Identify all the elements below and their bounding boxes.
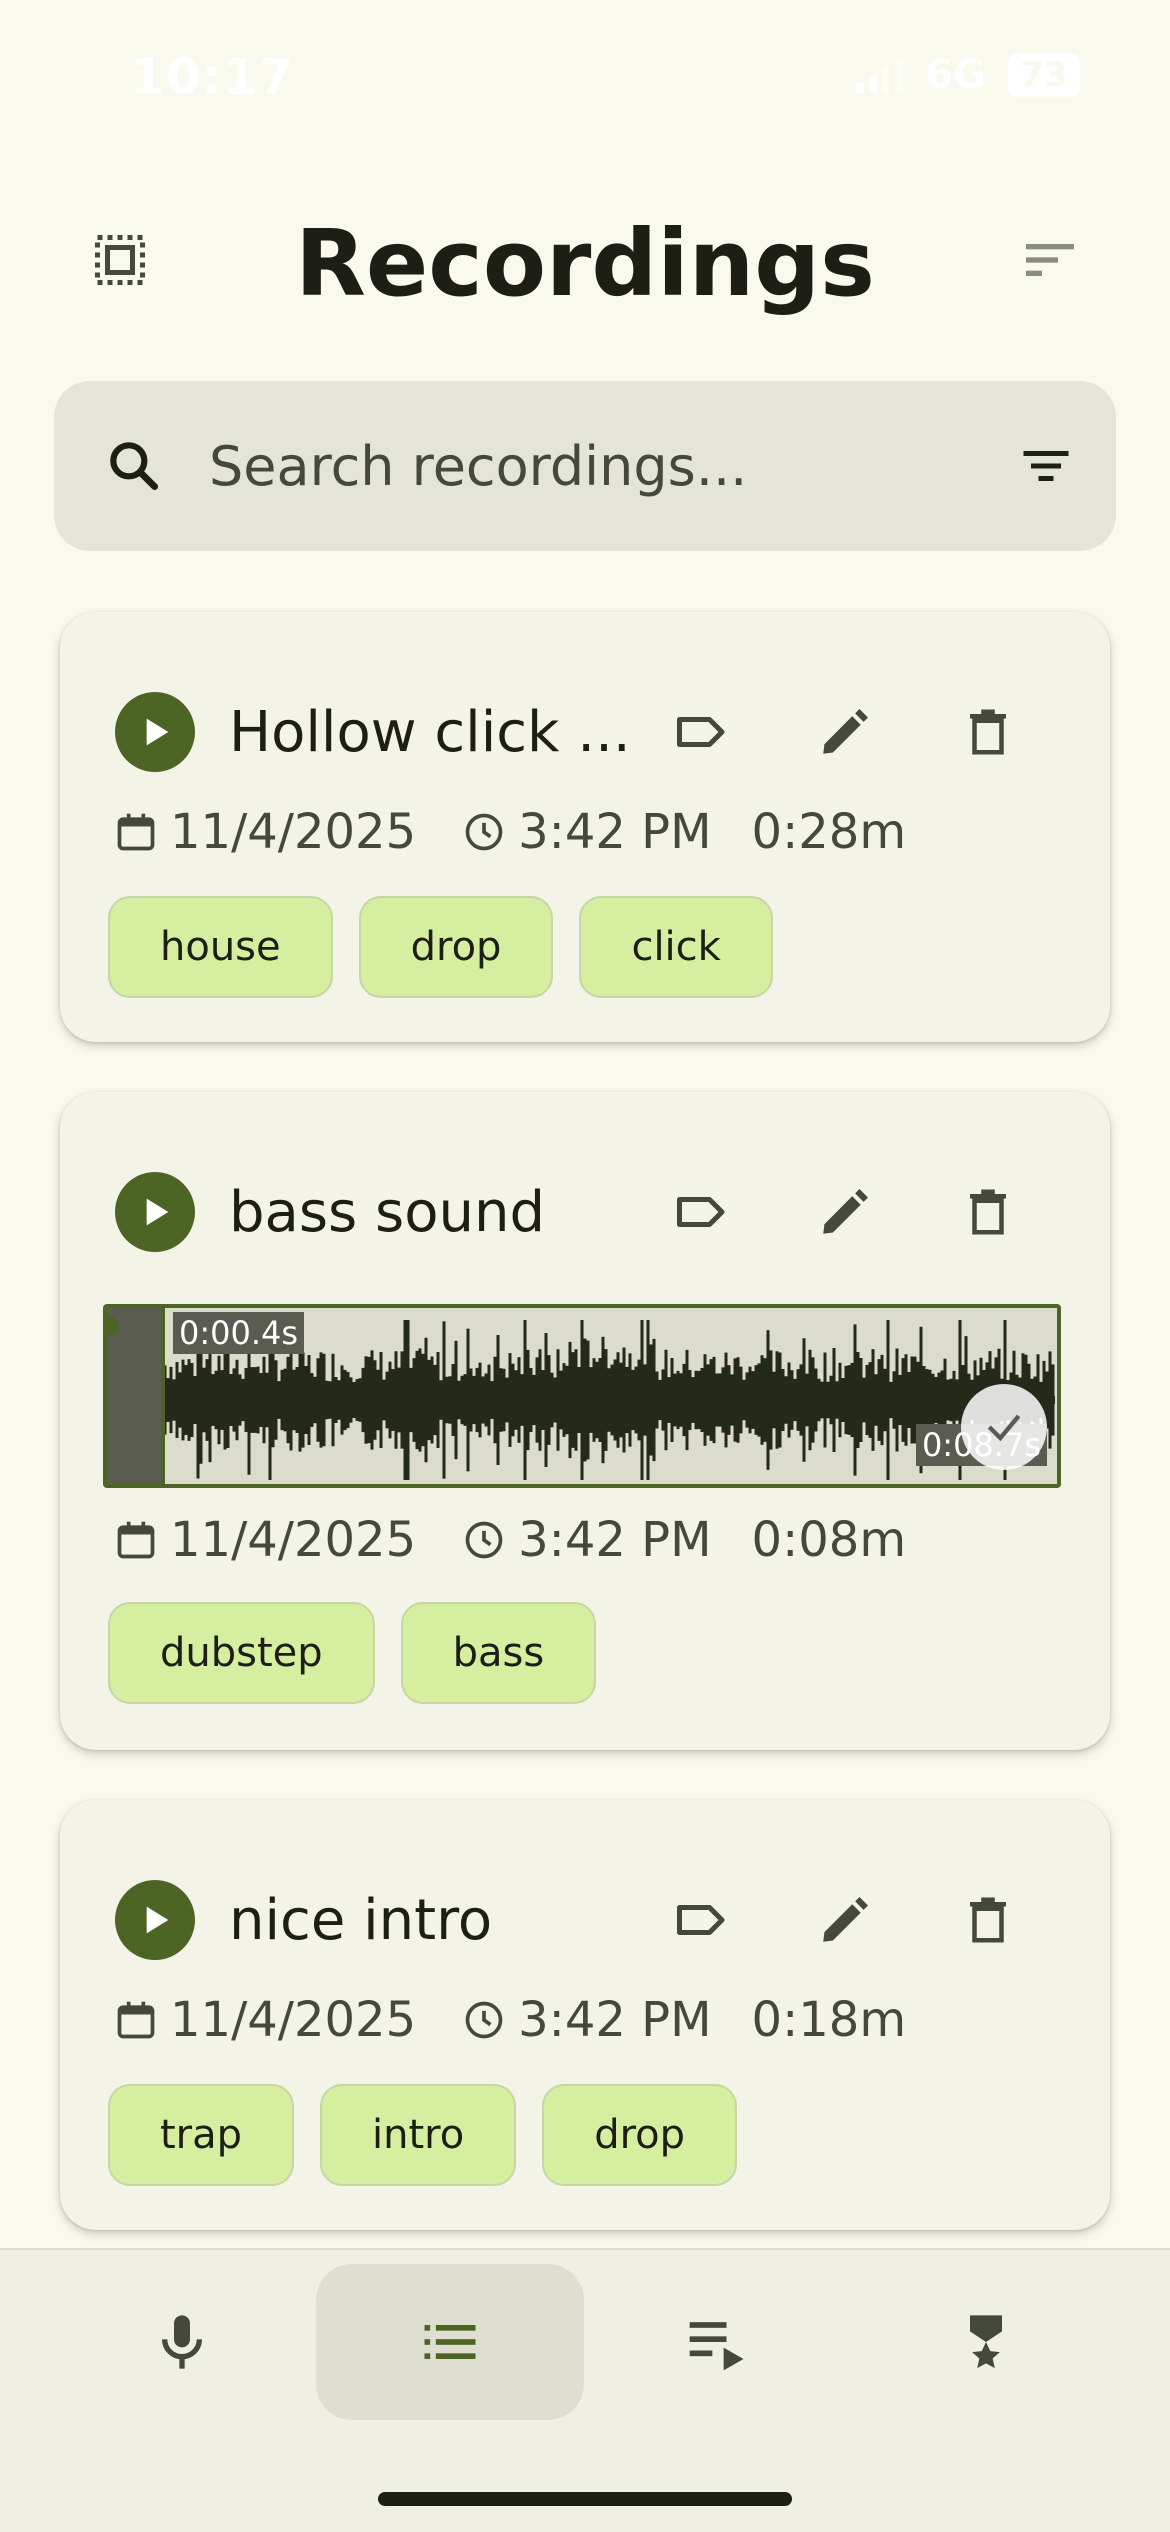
recording-duration: 0:28m	[751, 804, 907, 860]
tag-chip[interactable]: drop	[358, 896, 554, 998]
label-icon	[677, 1197, 725, 1227]
tag-list: dubstep bass	[108, 1602, 597, 1704]
play-button[interactable]	[115, 1880, 195, 1960]
pencil-icon	[823, 1189, 868, 1234]
trash-icon	[970, 1189, 1006, 1235]
tag-chip[interactable]: trap	[108, 2084, 295, 2186]
label-icon	[677, 717, 725, 747]
recording-card[interactable]: Hollow click ... 11/4/2025 3:42 PM 0:28m…	[60, 612, 1110, 1042]
tag-chip[interactable]: bass	[400, 1602, 597, 1704]
recording-date: 11/4/2025	[170, 1992, 417, 2048]
search-icon	[94, 426, 174, 506]
recording-duration: 0:18m	[751, 1992, 907, 2048]
recording-title: Hollow click ...	[229, 699, 631, 765]
play-icon	[146, 1906, 169, 1934]
recording-meta: 11/4/2025 3:42 PM 0:28m	[108, 804, 906, 860]
play-icon	[146, 1198, 169, 1226]
recording-time: 3:42 PM	[518, 1992, 712, 2048]
filter-button[interactable]	[1006, 426, 1086, 506]
status-indicators: 6G 73	[856, 52, 1080, 98]
clock-icon	[456, 804, 512, 860]
recording-title: nice intro	[229, 1887, 493, 1953]
filter-icon	[1023, 451, 1069, 481]
waveform-trimmer[interactable]: 0:00.4s 0:08.7s	[103, 1304, 1061, 1488]
trash-icon	[970, 709, 1006, 755]
recording-date: 11/4/2025	[170, 1512, 417, 1568]
edit-button[interactable]	[805, 1880, 885, 1960]
tag-list: trap intro drop	[108, 2084, 738, 2186]
pencil-icon	[823, 1897, 868, 1942]
recording-title: bass sound	[229, 1179, 545, 1245]
confirm-trim-button[interactable]	[961, 1384, 1047, 1470]
recording-time: 3:42 PM	[518, 1512, 712, 1568]
tag-chip[interactable]: intro	[320, 2084, 517, 2186]
tag-button[interactable]	[662, 1172, 742, 1252]
tag-button[interactable]	[662, 1880, 742, 1960]
home-indicator[interactable]	[378, 2492, 792, 2506]
delete-button[interactable]	[948, 692, 1028, 772]
page-title: Recordings	[295, 210, 875, 317]
tag-chip[interactable]: drop	[542, 2084, 738, 2186]
network-label: 6G	[925, 52, 986, 98]
status-bar: 10:17 6G 73	[0, 0, 1170, 150]
playhead-dot	[107, 1316, 119, 1336]
search-input[interactable]	[209, 421, 989, 511]
edit-button[interactable]	[805, 692, 885, 772]
app-header: Recordings	[0, 190, 1170, 330]
recording-header: nice intro	[115, 1880, 492, 1960]
delete-button[interactable]	[948, 1172, 1028, 1252]
military-medal-icon	[970, 2315, 1002, 2369]
recording-duration: 0:08m	[751, 1512, 907, 1568]
recording-header: bass sound	[115, 1172, 545, 1252]
delete-button[interactable]	[948, 1880, 1028, 1960]
tag-chip[interactable]: click	[579, 896, 773, 998]
calendar-icon	[108, 1992, 164, 2048]
label-icon	[677, 1905, 725, 1935]
calendar-icon	[108, 1512, 164, 1568]
status-time: 10:17	[130, 48, 295, 106]
trash-icon	[970, 1897, 1006, 1943]
tag-chip[interactable]: dubstep	[108, 1602, 375, 1704]
play-button[interactable]	[115, 692, 195, 772]
tag-list: house drop click	[108, 896, 773, 998]
recording-meta: 11/4/2025 3:42 PM 0:18m	[108, 1992, 906, 2048]
check-icon	[987, 1414, 1021, 1442]
sort-icon	[1026, 244, 1074, 276]
recording-date: 11/4/2025	[170, 804, 417, 860]
search-bar	[54, 381, 1116, 551]
recording-card[interactable]: bass sound 0:00.4s 0:08.7s 11/4/2025 3:4…	[60, 1092, 1110, 1750]
recording-time: 3:42 PM	[518, 804, 712, 860]
calendar-icon	[108, 804, 164, 860]
playlist-play-icon	[689, 2322, 744, 2371]
nav-recordings[interactable]	[316, 2264, 584, 2420]
tag-chip[interactable]: house	[108, 896, 333, 998]
recording-meta: 11/4/2025 3:42 PM 0:08m	[108, 1512, 906, 1568]
tag-button[interactable]	[662, 692, 742, 772]
nav-achievements[interactable]	[852, 2264, 1120, 2420]
signal-icon	[856, 57, 904, 93]
battery-icon: 73	[1008, 53, 1080, 97]
recording-header: Hollow click ...	[115, 692, 631, 772]
play-button[interactable]	[115, 1172, 195, 1252]
nav-record[interactable]	[48, 2264, 316, 2420]
pencil-icon	[823, 709, 868, 754]
clock-icon	[456, 1512, 512, 1568]
edit-button[interactable]	[805, 1172, 885, 1252]
sort-button[interactable]	[1010, 220, 1090, 300]
bottom-navigation	[0, 2248, 1170, 2532]
list-icon	[424, 2325, 476, 2359]
mic-icon	[162, 2315, 202, 2369]
trim-start-label: 0:00.4s	[173, 1312, 305, 1354]
clock-icon	[456, 1992, 512, 2048]
nav-playlists[interactable]	[584, 2264, 852, 2420]
play-icon	[146, 718, 169, 746]
recording-card[interactable]: nice intro 11/4/2025 3:42 PM 0:18m trap …	[60, 1800, 1110, 2230]
